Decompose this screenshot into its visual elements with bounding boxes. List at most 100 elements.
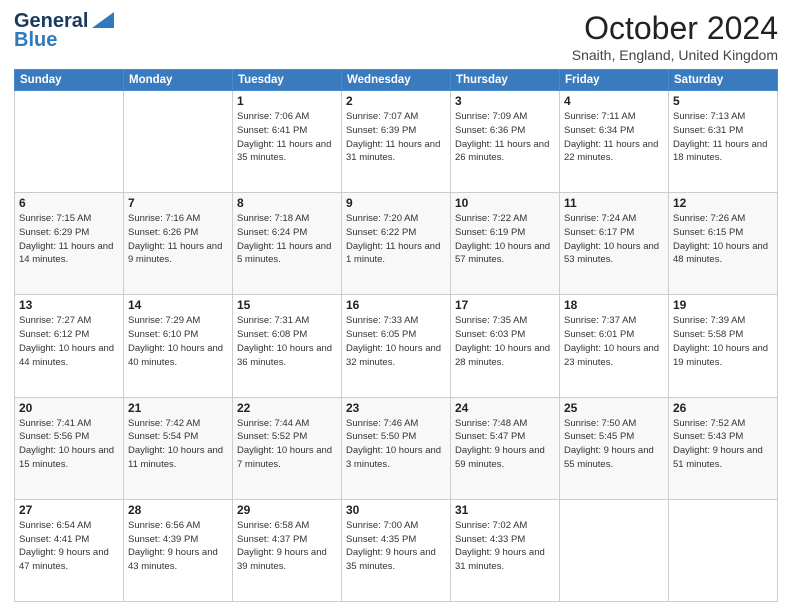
calendar-header-friday: Friday xyxy=(560,70,669,91)
location: Snaith, England, United Kingdom xyxy=(572,47,778,63)
header: General Blue October 2024 Snaith, Englan… xyxy=(14,10,778,63)
calendar-cell: 21 Sunrise: 7:42 AM Sunset: 5:54 PM Dayli… xyxy=(124,397,233,499)
day-number: 3 xyxy=(455,94,555,108)
calendar-cell xyxy=(560,499,669,601)
day-number: 27 xyxy=(19,503,119,517)
day-number: 22 xyxy=(237,401,337,415)
day-info: Sunrise: 7:11 AM Sunset: 6:34 PM Dayligh… xyxy=(564,110,664,165)
title-block: October 2024 Snaith, England, United Kin… xyxy=(572,10,778,63)
day-info: Sunrise: 6:54 AM Sunset: 4:41 PM Dayligh… xyxy=(19,519,119,574)
day-number: 19 xyxy=(673,298,773,312)
day-info: Sunrise: 7:42 AM Sunset: 5:54 PM Dayligh… xyxy=(128,417,228,472)
calendar-week-3: 20 Sunrise: 7:41 AM Sunset: 5:56 PM Dayli… xyxy=(15,397,778,499)
day-info: Sunrise: 7:09 AM Sunset: 6:36 PM Dayligh… xyxy=(455,110,555,165)
day-info: Sunrise: 7:33 AM Sunset: 6:05 PM Dayligh… xyxy=(346,314,446,369)
calendar-header-sunday: Sunday xyxy=(15,70,124,91)
calendar-cell xyxy=(15,91,124,193)
day-info: Sunrise: 7:18 AM Sunset: 6:24 PM Dayligh… xyxy=(237,212,337,267)
day-number: 12 xyxy=(673,196,773,210)
day-info: Sunrise: 7:00 AM Sunset: 4:35 PM Dayligh… xyxy=(346,519,446,574)
calendar-table: SundayMondayTuesdayWednesdayThursdayFrid… xyxy=(14,69,778,602)
day-number: 2 xyxy=(346,94,446,108)
calendar-cell: 25 Sunrise: 7:50 AM Sunset: 5:45 PM Dayli… xyxy=(560,397,669,499)
day-info: Sunrise: 7:31 AM Sunset: 6:08 PM Dayligh… xyxy=(237,314,337,369)
calendar-header-row: SundayMondayTuesdayWednesdayThursdayFrid… xyxy=(15,70,778,91)
day-number: 6 xyxy=(19,196,119,210)
calendar-cell: 18Sunrise: 7:37 AM Sunset: 6:01 PM Dayli… xyxy=(560,295,669,397)
day-info: Sunrise: 7:26 AM Sunset: 6:15 PM Dayligh… xyxy=(673,212,773,267)
day-number: 28 xyxy=(128,503,228,517)
day-number: 17 xyxy=(455,298,555,312)
day-info: Sunrise: 7:44 AM Sunset: 5:52 PM Dayligh… xyxy=(237,417,337,472)
calendar-cell: 26 Sunrise: 7:52 AM Sunset: 5:43 PM Dayli… xyxy=(669,397,778,499)
calendar-cell: 23 Sunrise: 7:46 AM Sunset: 5:50 PM Dayli… xyxy=(342,397,451,499)
page: General Blue October 2024 Snaith, Englan… xyxy=(0,0,792,612)
day-info: Sunrise: 6:58 AM Sunset: 4:37 PM Dayligh… xyxy=(237,519,337,574)
day-number: 9 xyxy=(346,196,446,210)
calendar-cell: 16 Sunrise: 7:33 AM Sunset: 6:05 PM Dayli… xyxy=(342,295,451,397)
day-info: Sunrise: 7:52 AM Sunset: 5:43 PM Dayligh… xyxy=(673,417,773,472)
calendar-cell: 13Sunrise: 7:27 AM Sunset: 6:12 PM Dayli… xyxy=(15,295,124,397)
calendar-cell: 30 Sunrise: 7:00 AM Sunset: 4:35 PM Dayli… xyxy=(342,499,451,601)
calendar-cell: 5 Sunrise: 7:13 AM Sunset: 6:31 PM Daylig… xyxy=(669,91,778,193)
day-info: Sunrise: 6:56 AM Sunset: 4:39 PM Dayligh… xyxy=(128,519,228,574)
day-info: Sunrise: 7:41 AM Sunset: 5:56 PM Dayligh… xyxy=(19,417,119,472)
calendar-cell: 22 Sunrise: 7:44 AM Sunset: 5:52 PM Dayli… xyxy=(233,397,342,499)
calendar-cell: 11Sunrise: 7:24 AM Sunset: 6:17 PM Dayli… xyxy=(560,193,669,295)
calendar-cell: 27 Sunrise: 6:54 AM Sunset: 4:41 PM Dayli… xyxy=(15,499,124,601)
month-title: October 2024 xyxy=(572,10,778,47)
day-info: Sunrise: 7:15 AM Sunset: 6:29 PM Dayligh… xyxy=(19,212,119,267)
calendar-cell: 24 Sunrise: 7:48 AM Sunset: 5:47 PM Dayli… xyxy=(451,397,560,499)
day-info: Sunrise: 7:48 AM Sunset: 5:47 PM Dayligh… xyxy=(455,417,555,472)
calendar-cell: 14 Sunrise: 7:29 AM Sunset: 6:10 PM Dayli… xyxy=(124,295,233,397)
day-number: 5 xyxy=(673,94,773,108)
day-info: Sunrise: 7:13 AM Sunset: 6:31 PM Dayligh… xyxy=(673,110,773,165)
day-number: 8 xyxy=(237,196,337,210)
calendar-cell: 1 Sunrise: 7:06 AM Sunset: 6:41 PM Daylig… xyxy=(233,91,342,193)
calendar-cell: 7Sunrise: 7:16 AM Sunset: 6:26 PM Daylig… xyxy=(124,193,233,295)
calendar-cell: 8 Sunrise: 7:18 AM Sunset: 6:24 PM Daylig… xyxy=(233,193,342,295)
day-number: 29 xyxy=(237,503,337,517)
day-info: Sunrise: 7:06 AM Sunset: 6:41 PM Dayligh… xyxy=(237,110,337,165)
calendar-cell: 12 Sunrise: 7:26 AM Sunset: 6:15 PM Dayli… xyxy=(669,193,778,295)
calendar-cell xyxy=(669,499,778,601)
day-info: Sunrise: 7:50 AM Sunset: 5:45 PM Dayligh… xyxy=(564,417,664,472)
day-number: 30 xyxy=(346,503,446,517)
calendar-cell: 9 Sunrise: 7:20 AM Sunset: 6:22 PM Daylig… xyxy=(342,193,451,295)
day-number: 15 xyxy=(237,298,337,312)
day-number: 21 xyxy=(128,401,228,415)
calendar-cell: 3 Sunrise: 7:09 AM Sunset: 6:36 PM Daylig… xyxy=(451,91,560,193)
calendar-cell: 6 Sunrise: 7:15 AM Sunset: 6:29 PM Daylig… xyxy=(15,193,124,295)
calendar-week-4: 27 Sunrise: 6:54 AM Sunset: 4:41 PM Dayli… xyxy=(15,499,778,601)
calendar-header-wednesday: Wednesday xyxy=(342,70,451,91)
day-number: 23 xyxy=(346,401,446,415)
calendar-cell: 17Sunrise: 7:35 AM Sunset: 6:03 PM Dayli… xyxy=(451,295,560,397)
day-info: Sunrise: 7:27 AM Sunset: 6:12 PM Dayligh… xyxy=(19,314,119,369)
calendar-header-thursday: Thursday xyxy=(451,70,560,91)
calendar-cell: 19 Sunrise: 7:39 AM Sunset: 5:58 PM Dayli… xyxy=(669,295,778,397)
calendar-cell: 15 Sunrise: 7:31 AM Sunset: 6:08 PM Dayli… xyxy=(233,295,342,397)
day-info: Sunrise: 7:39 AM Sunset: 5:58 PM Dayligh… xyxy=(673,314,773,369)
day-number: 16 xyxy=(346,298,446,312)
day-info: Sunrise: 7:46 AM Sunset: 5:50 PM Dayligh… xyxy=(346,417,446,472)
calendar-cell: 10 Sunrise: 7:22 AM Sunset: 6:19 PM Dayli… xyxy=(451,193,560,295)
calendar-week-1: 6 Sunrise: 7:15 AM Sunset: 6:29 PM Daylig… xyxy=(15,193,778,295)
day-number: 25 xyxy=(564,401,664,415)
day-number: 26 xyxy=(673,401,773,415)
logo: General Blue xyxy=(14,10,114,52)
calendar-cell: 31Sunrise: 7:02 AM Sunset: 4:33 PM Dayli… xyxy=(451,499,560,601)
day-number: 1 xyxy=(237,94,337,108)
calendar-header-monday: Monday xyxy=(124,70,233,91)
day-number: 11 xyxy=(564,196,664,210)
day-info: Sunrise: 7:29 AM Sunset: 6:10 PM Dayligh… xyxy=(128,314,228,369)
calendar-cell: 2Sunrise: 7:07 AM Sunset: 6:39 PM Daylig… xyxy=(342,91,451,193)
day-info: Sunrise: 7:22 AM Sunset: 6:19 PM Dayligh… xyxy=(455,212,555,267)
calendar-header-saturday: Saturday xyxy=(669,70,778,91)
day-number: 20 xyxy=(19,401,119,415)
calendar-cell: 28 Sunrise: 6:56 AM Sunset: 4:39 PM Dayli… xyxy=(124,499,233,601)
calendar-week-0: 1 Sunrise: 7:06 AM Sunset: 6:41 PM Daylig… xyxy=(15,91,778,193)
day-number: 10 xyxy=(455,196,555,210)
day-number: 14 xyxy=(128,298,228,312)
day-number: 24 xyxy=(455,401,555,415)
day-info: Sunrise: 7:20 AM Sunset: 6:22 PM Dayligh… xyxy=(346,212,446,267)
